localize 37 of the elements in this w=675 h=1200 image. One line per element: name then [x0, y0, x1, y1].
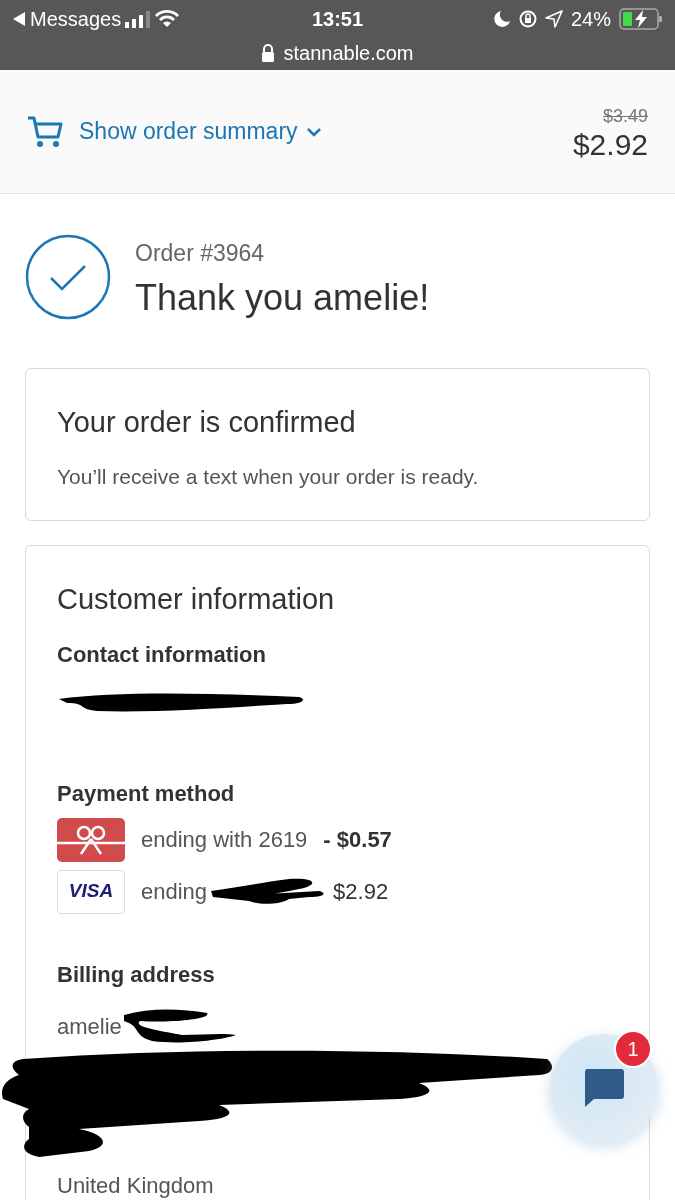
confirmation-text: You’ll receive a text when your order is ready.: [57, 463, 480, 490]
section-label: Payment method: [57, 779, 236, 808]
billing-country: United Kingdom: [57, 1171, 215, 1200]
signal-icon: [125, 10, 152, 28]
chat-button[interactable]: [550, 1034, 658, 1142]
back-app-label[interactable]: Messages: [30, 4, 122, 34]
section-label: Billing address: [57, 960, 216, 989]
notification-badge: 1: [614, 1030, 652, 1068]
battery-percent: 24%: [570, 7, 611, 32]
battery-icon: [619, 8, 663, 30]
card-brand-logo: VISA: [57, 869, 125, 914]
total-price: $2.92: [572, 130, 648, 160]
original-price: $3.49: [601, 105, 648, 128]
chat-bubble-icon: [584, 1069, 624, 1107]
location-icon: [544, 10, 563, 28]
payment-text: ending: [141, 878, 208, 906]
payment-amount: - $0.57: [323, 826, 392, 854]
rotation-lock-icon: [518, 10, 537, 28]
cart-icon: [27, 114, 63, 149]
show-summary-link[interactable]: Show order summary: [27, 114, 322, 149]
lock-icon: [261, 44, 276, 62]
checkmark-circle-icon: [25, 234, 111, 320]
wifi-icon: [155, 10, 180, 28]
thank-you-heading: Thank you amelie!: [135, 278, 430, 319]
section-label: Contact information: [57, 640, 267, 669]
card-title: Customer information: [57, 582, 336, 617]
card-title: Your order is confirmed: [57, 405, 357, 440]
back-icon[interactable]: [12, 11, 26, 27]
payment-text: ending with 2619: [141, 826, 308, 854]
gift-card-icon: [57, 817, 125, 862]
chevron-down-icon: [305, 126, 322, 137]
order-number: Order #3964: [135, 238, 266, 268]
clock-time: 13:51: [311, 8, 364, 30]
moon-icon: [492, 10, 511, 28]
payment-amount: $2.92: [333, 878, 389, 906]
url-text[interactable]: stannable.com: [283, 38, 414, 68]
billing-name: amelie: [57, 1013, 122, 1041]
